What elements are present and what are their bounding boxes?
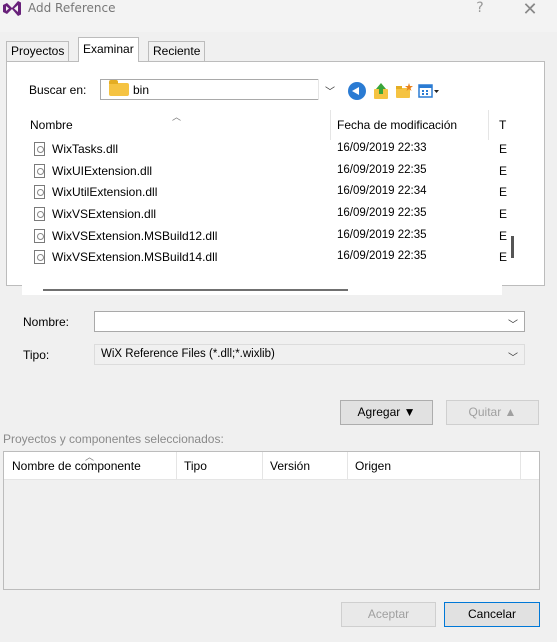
tab-reciente[interactable]: Reciente — [148, 41, 206, 61]
column-separator — [488, 110, 489, 140]
file-row[interactable]: WixVSExtension.MSBuild14.dll 16/09/2019 … — [30, 249, 530, 267]
file-row[interactable]: WixVSExtension.dll 16/09/2019 22:35 E — [30, 206, 530, 224]
lookin-dropdown-button[interactable]: ﹀ — [318, 79, 340, 100]
window-title: Add Reference — [28, 1, 116, 15]
visual-studio-logo-icon — [3, 1, 21, 16]
selected-components-grid[interactable]: ︿ Nombre de componente Tipo Versión Orig… — [3, 451, 540, 590]
file-name: WixUtilExtension.dll — [52, 185, 158, 199]
dll-file-icon — [34, 229, 45, 243]
file-type: E — [499, 250, 508, 264]
dll-file-icon — [34, 250, 45, 264]
file-row[interactable]: WixTasks.dll 16/09/2019 22:33 E — [30, 141, 530, 159]
file-name: WixTasks.dll — [52, 142, 119, 156]
column-header-origin[interactable]: Origen — [355, 459, 391, 473]
add-button[interactable]: Agregar ▼ — [340, 400, 433, 425]
column-separator — [262, 452, 263, 480]
grid-header: ︿ Nombre de componente Tipo Versión Orig… — [4, 452, 539, 480]
title-bar: Add Reference ? ✕ — [0, 0, 557, 32]
chevron-down-icon: ﹀ — [325, 87, 335, 98]
file-type: E — [499, 142, 508, 156]
new-folder-icon[interactable] — [395, 82, 413, 100]
file-date: 16/09/2019 22:35 — [337, 164, 427, 176]
folder-icon — [109, 80, 129, 96]
help-button[interactable]: ? — [470, 0, 490, 18]
file-row[interactable]: WixUtilExtension.dll 16/09/2019 22:34 E — [30, 184, 530, 202]
column-separator — [520, 452, 521, 480]
file-date: 16/09/2019 22:34 — [337, 185, 427, 197]
close-button[interactable]: ✕ — [515, 0, 545, 20]
dll-file-icon — [34, 207, 45, 221]
chevron-down-icon: ﹀ — [508, 353, 518, 364]
dll-file-icon — [34, 142, 45, 156]
views-icon[interactable] — [418, 82, 440, 100]
vertical-scrollbar-thumb[interactable] — [511, 236, 514, 258]
remove-button[interactable]: Quitar ▲ — [446, 400, 539, 425]
file-name: WixVSExtension.MSBuild12.dll — [52, 229, 218, 243]
selected-components-label: Proyectos y componentes seleccionados: — [3, 432, 224, 446]
dll-file-icon — [34, 185, 45, 199]
sort-ascending-icon: ︿ — [172, 113, 182, 123]
file-date: 16/09/2019 22:35 — [337, 250, 427, 262]
tab-examinar[interactable]: Examinar — [78, 37, 139, 62]
file-type: E — [499, 164, 508, 178]
tab-proyectos[interactable]: Proyectos — [6, 41, 70, 61]
file-date: 16/09/2019 22:35 — [337, 207, 427, 219]
file-type: E — [499, 229, 508, 243]
filename-label: Nombre: — [23, 315, 70, 329]
column-separator — [330, 110, 331, 140]
column-header-type[interactable]: T — [499, 118, 506, 132]
lookin-combo[interactable]: bin — [100, 79, 340, 100]
filename-input[interactable]: ﹀ — [94, 311, 525, 332]
back-icon[interactable] — [348, 82, 366, 100]
file-row[interactable]: WixVSExtension.MSBuild12.dll 16/09/2019 … — [30, 228, 530, 246]
file-name: WixVSExtension.MSBuild14.dll — [52, 250, 218, 264]
lookin-label: Buscar en: — [29, 83, 87, 97]
file-date: 16/09/2019 22:33 — [337, 142, 427, 154]
horizontal-scrollbar-thumb[interactable] — [43, 289, 348, 291]
file-name: WixUIExtension.dll — [52, 164, 153, 178]
ok-button[interactable]: Aceptar — [341, 602, 436, 627]
column-header-name[interactable]: Nombre — [30, 118, 73, 132]
filetype-value: WiX Reference Files (*.dll;*.wixlib) — [101, 348, 275, 360]
cancel-button[interactable]: Cancelar — [444, 602, 540, 627]
file-date: 16/09/2019 22:35 — [337, 229, 427, 241]
lookin-value: bin — [133, 83, 150, 97]
file-row[interactable]: WixUIExtension.dll 16/09/2019 22:35 E — [30, 163, 530, 181]
column-separator — [347, 452, 348, 480]
file-type: E — [499, 185, 508, 199]
dll-file-icon — [34, 164, 45, 178]
file-name: WixVSExtension.dll — [52, 207, 157, 221]
up-folder-icon[interactable] — [372, 82, 390, 100]
file-type: E — [499, 207, 508, 221]
chevron-down-icon[interactable]: ﹀ — [508, 316, 518, 331]
file-list[interactable] — [22, 110, 502, 295]
filetype-label: Tipo: — [23, 348, 50, 362]
filetype-select[interactable]: WiX Reference Files (*.dll;*.wixlib) ﹀ — [94, 344, 525, 365]
column-header-version[interactable]: Versión — [270, 459, 310, 473]
column-separator — [176, 452, 177, 480]
column-header-date[interactable]: Fecha de modificación — [337, 118, 457, 132]
column-header-component-name[interactable]: Nombre de componente — [12, 459, 141, 473]
column-header-type[interactable]: Tipo — [184, 459, 207, 473]
